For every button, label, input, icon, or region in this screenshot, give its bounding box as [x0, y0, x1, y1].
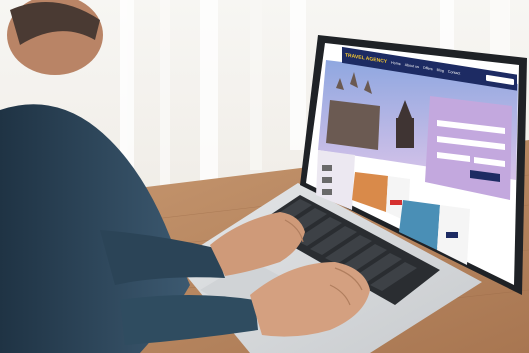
site-logo[interactable]: TRAVEL AGENCY [345, 52, 387, 65]
site-search-input[interactable] [486, 74, 514, 86]
nav-item-offers[interactable]: Offers [423, 66, 433, 72]
nav-item-blog[interactable]: Blog [437, 68, 444, 73]
nav-item-contact[interactable]: Contact [448, 70, 460, 76]
nav-item-home[interactable]: Home [391, 61, 401, 67]
nav-item-about[interactable]: About us [405, 63, 419, 69]
screen-ui-overlay: TRAVEL AGENCY Home About us Offers Blog … [330, 45, 520, 280]
